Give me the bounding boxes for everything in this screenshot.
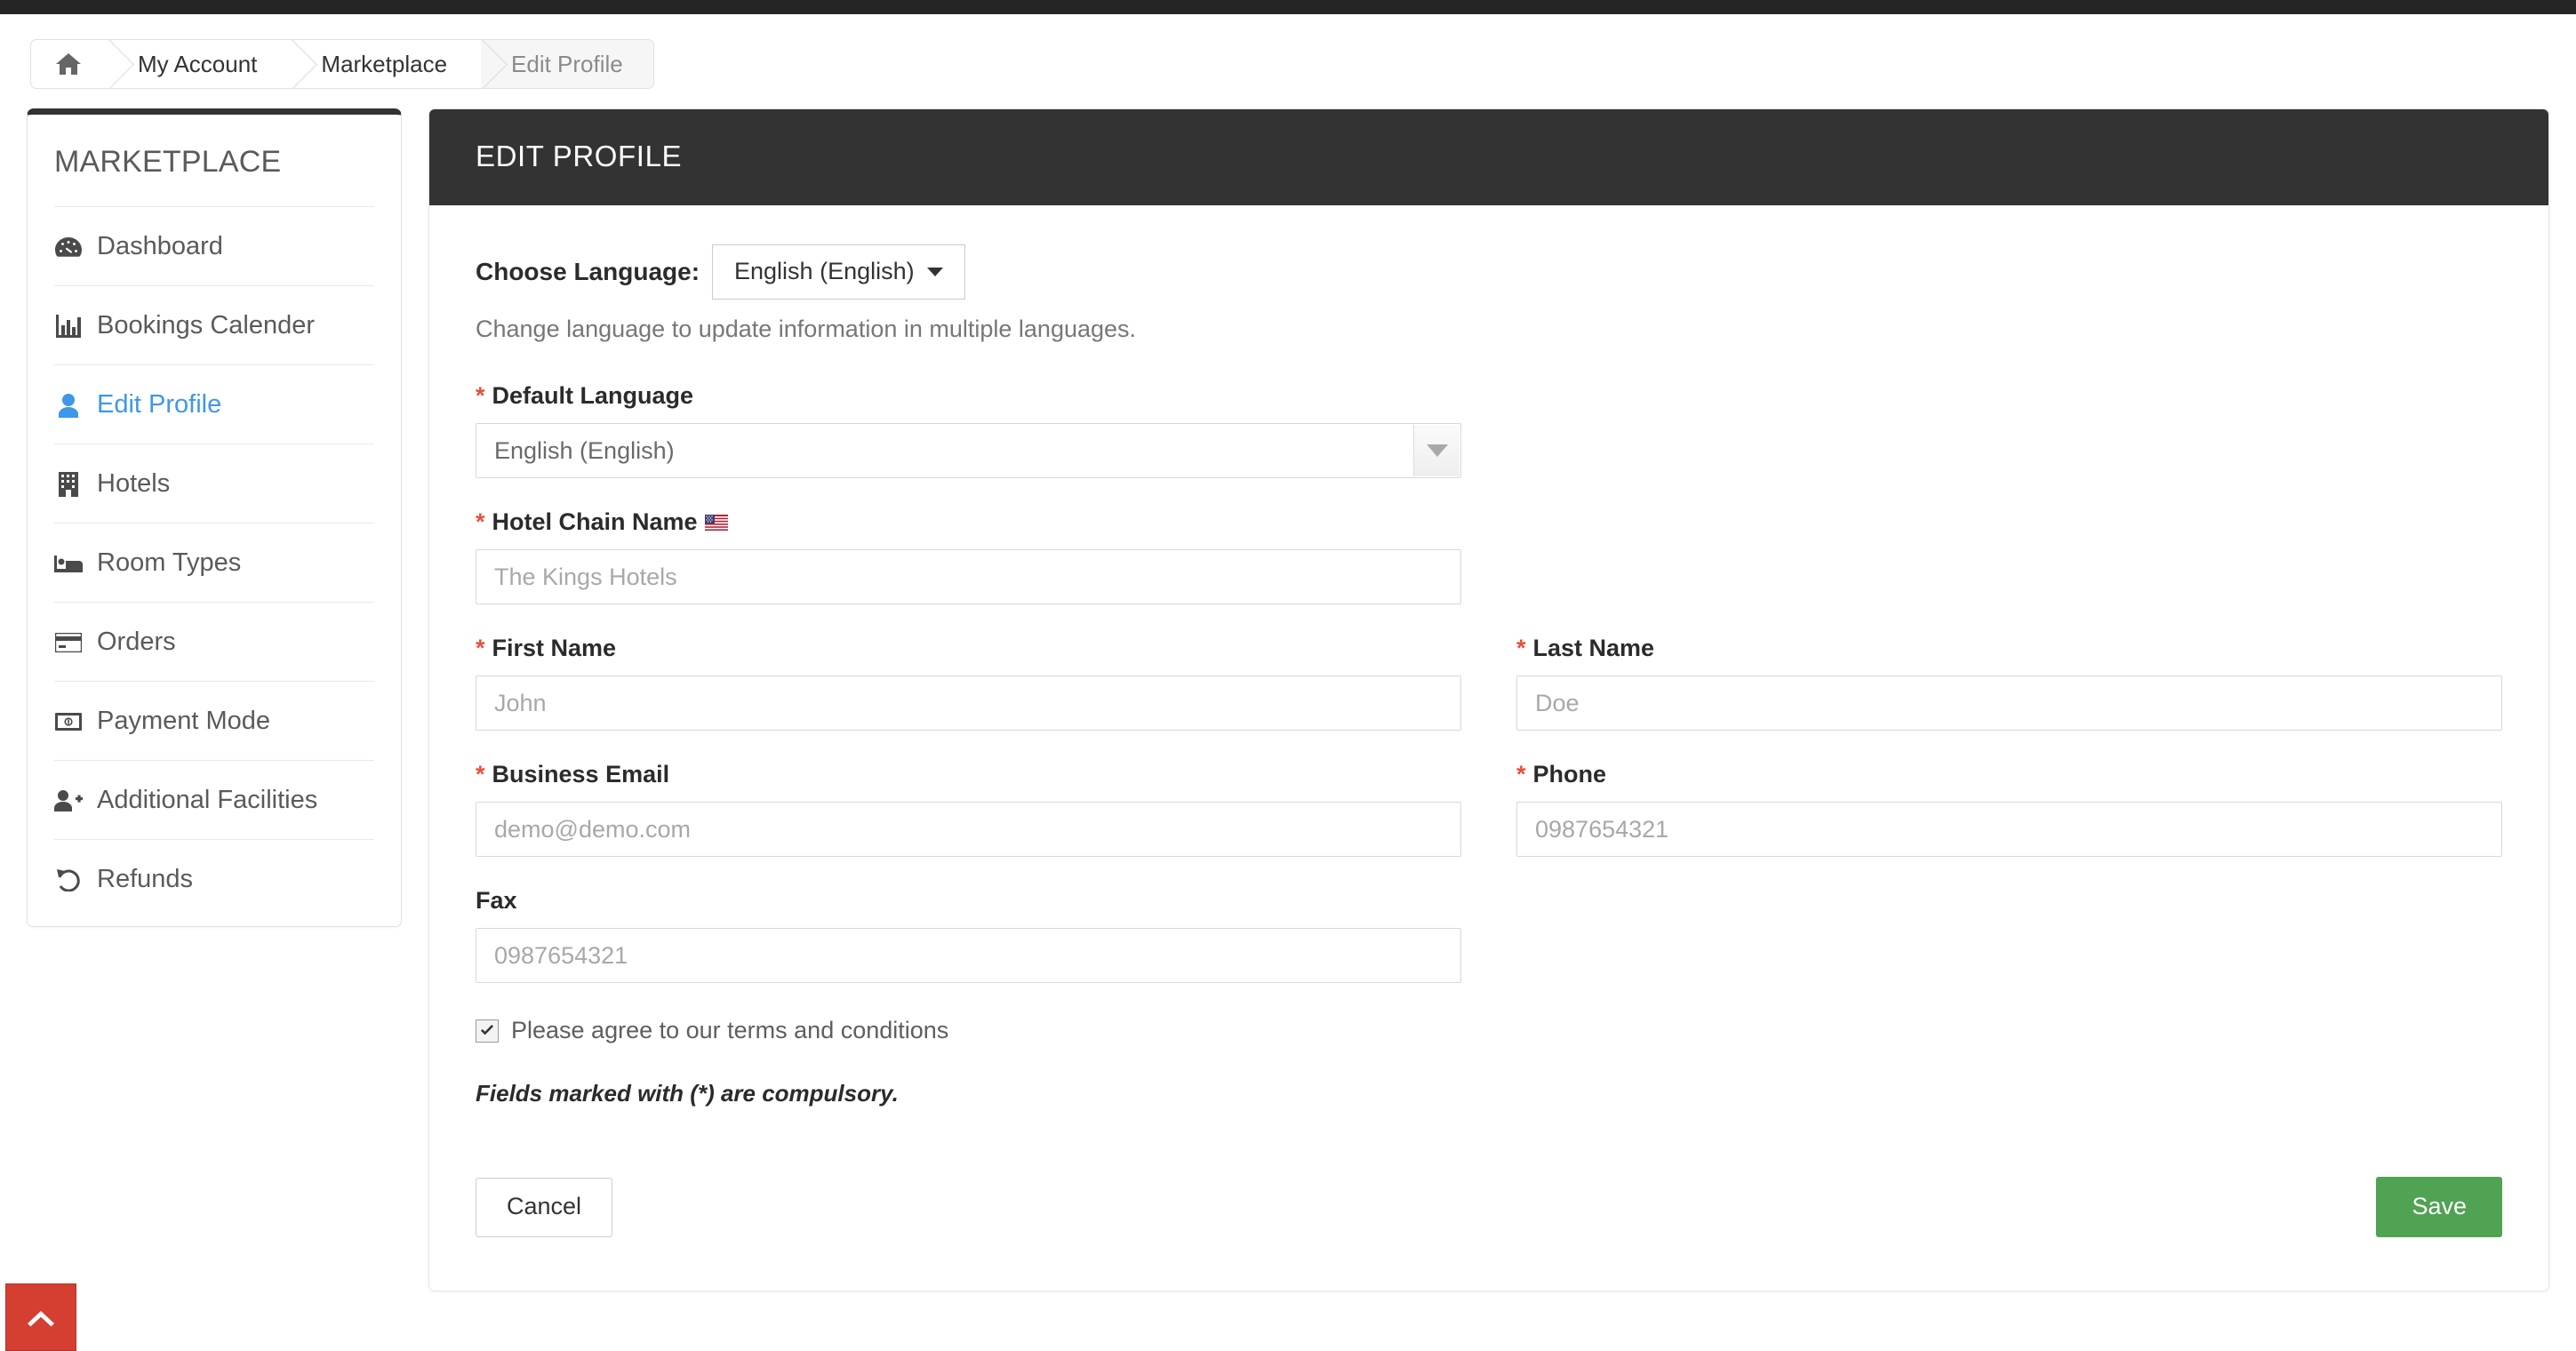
sidebar-item-additional-facilities[interactable]: Additional Facilities	[54, 761, 374, 840]
profile-form: * Default Language English (English) * H…	[476, 382, 2502, 1013]
choose-language-row: Choose Language: English (English)	[476, 244, 2502, 300]
breadcrumb-item-marketplace[interactable]: Marketplace	[291, 40, 481, 88]
field-last-name: * Last Name	[1516, 635, 2502, 731]
select-toggle-button[interactable]	[1413, 425, 1460, 476]
sidebar-item-orders[interactable]: Orders	[54, 603, 374, 682]
field-phone: * Phone	[1516, 761, 2502, 857]
breadcrumb-label: Marketplace	[321, 50, 448, 77]
sidebar-item-payment-mode[interactable]: Payment Mode	[54, 682, 374, 761]
user-icon	[54, 392, 83, 419]
label-text: Business Email	[492, 761, 670, 787]
page-layout: MARKETPLACE Dashboard Bookings Calender …	[0, 89, 2576, 1291]
undo-icon	[54, 867, 83, 893]
label-text: Fax	[476, 887, 517, 914]
label-text: Last Name	[1532, 635, 1655, 661]
phone-label: * Phone	[1516, 761, 2502, 788]
top-bar	[0, 0, 2576, 14]
sidebar-item-hotels[interactable]: Hotels	[54, 444, 374, 524]
terms-label: Please agree to our terms and conditions	[511, 1017, 949, 1043]
sidebar-item-label: Dashboard	[97, 232, 223, 260]
hotel-chain-name-label: * Hotel Chain Name	[476, 508, 2502, 536]
last-name-input[interactable]	[1516, 676, 2502, 731]
choose-language-label: Choose Language:	[476, 258, 700, 285]
phone-input[interactable]	[1516, 802, 2502, 857]
choose-language-dropdown[interactable]: English (English)	[712, 244, 965, 300]
label-text: Default Language	[492, 382, 694, 409]
business-email-input[interactable]	[476, 802, 1461, 857]
cancel-button[interactable]: Cancel	[476, 1177, 613, 1237]
sidebar-item-label: Orders	[97, 628, 176, 656]
choose-language-value: English (English)	[734, 258, 915, 284]
sidebar-title: MARKETPLACE	[54, 115, 374, 207]
default-language-value: English (English)	[494, 436, 675, 464]
terms-row: Please agree to our terms and conditions	[476, 1017, 2502, 1044]
required-asterisk: *	[1516, 635, 1526, 661]
field-default-language: * Default Language English (English)	[476, 382, 2502, 478]
breadcrumb-home[interactable]	[31, 40, 108, 88]
default-language-select[interactable]: English (English)	[476, 423, 1461, 478]
dashboard-icon	[54, 234, 83, 260]
field-hotel-chain-name: * Hotel Chain Name	[476, 508, 2502, 604]
panel-body: Choose Language: English (English) Chang…	[429, 205, 2548, 1291]
required-asterisk: *	[476, 635, 485, 661]
bed-icon	[54, 550, 83, 577]
us-flag-icon	[704, 514, 728, 531]
building-icon	[54, 471, 83, 498]
sidebar-item-edit-profile[interactable]: Edit Profile	[54, 365, 374, 444]
bar-chart-icon	[54, 313, 83, 340]
edit-profile-panel: EDIT PROFILE Choose Language: English (E…	[428, 108, 2549, 1291]
chevron-down-icon	[1426, 444, 1448, 457]
money-bill-icon	[54, 708, 83, 735]
field-business-email: * Business Email	[476, 761, 1461, 857]
breadcrumb-item-my-account[interactable]: My Account	[108, 40, 291, 88]
fax-input[interactable]	[476, 928, 1461, 983]
panel-title: EDIT PROFILE	[429, 109, 2548, 205]
sidebar-item-room-types[interactable]: Room Types	[54, 524, 374, 603]
sidebar-item-label: Hotels	[97, 469, 171, 498]
sidebar-item-bookings-calender[interactable]: Bookings Calender	[54, 286, 374, 365]
last-name-label: * Last Name	[1516, 635, 2502, 662]
required-asterisk: *	[1516, 761, 1526, 787]
required-asterisk: *	[476, 382, 485, 409]
language-hint: Change language to update information in…	[476, 316, 1137, 342]
terms-checkbox[interactable]	[476, 1019, 499, 1043]
breadcrumb-label: Edit Profile	[511, 50, 623, 77]
default-language-label: * Default Language	[476, 382, 2502, 410]
label-text: Hotel Chain Name	[492, 508, 698, 535]
scroll-to-top-button[interactable]	[5, 1283, 76, 1351]
label-text: First Name	[492, 635, 617, 661]
field-first-name: * First Name	[476, 635, 1461, 731]
first-name-label: * First Name	[476, 635, 1461, 662]
sidebar-item-label: Edit Profile	[97, 390, 222, 419]
form-actions: Cancel Save	[476, 1177, 2502, 1237]
sidebar-item-label: Additional Facilities	[97, 786, 318, 814]
breadcrumb-container: My Account Marketplace Edit Profile	[0, 14, 2576, 89]
sidebar-item-label: Room Types	[97, 548, 242, 577]
sidebar-item-label: Payment Mode	[97, 707, 271, 735]
check-icon	[481, 1024, 493, 1035]
sidebar-item-dashboard[interactable]: Dashboard	[54, 207, 374, 286]
breadcrumb: My Account Marketplace Edit Profile	[30, 39, 654, 89]
credit-card-icon	[54, 629, 83, 656]
field-fax: Fax	[476, 887, 2502, 983]
sidebar-item-label: Refunds	[97, 865, 194, 893]
hotel-chain-name-input[interactable]	[476, 549, 1461, 604]
label-text: Phone	[1532, 761, 1607, 787]
required-asterisk: *	[476, 508, 485, 535]
breadcrumb-label: My Account	[138, 50, 258, 77]
required-asterisk: *	[476, 761, 485, 787]
save-button[interactable]: Save	[2376, 1177, 2502, 1237]
first-name-input[interactable]	[476, 676, 1461, 731]
user-plus-icon	[54, 787, 83, 814]
sidebar-item-label: Bookings Calender	[97, 311, 316, 340]
sidebar: MARKETPLACE Dashboard Bookings Calender …	[27, 108, 402, 927]
sidebar-item-refunds[interactable]: Refunds	[54, 840, 374, 926]
chevron-up-icon	[28, 1311, 54, 1327]
fax-label: Fax	[476, 887, 2502, 915]
business-email-label: * Business Email	[476, 761, 1461, 788]
compulsory-note: Fields marked with (*) are compulsory.	[476, 1080, 899, 1107]
home-icon	[56, 52, 81, 76]
chevron-down-icon	[926, 267, 943, 276]
